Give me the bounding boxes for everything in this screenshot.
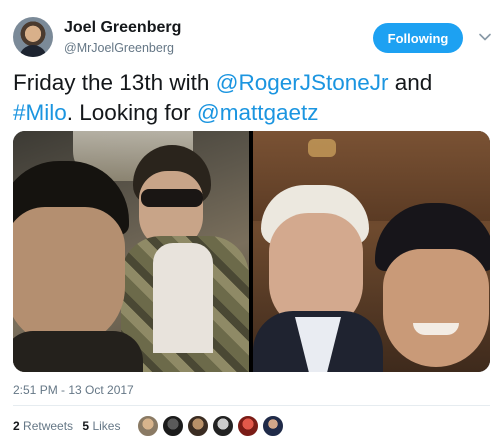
hashtag-link[interactable]: #Milo: [13, 100, 67, 125]
media-grid: [13, 131, 490, 372]
liker-avatar[interactable]: [237, 415, 259, 437]
avatar-suit: [19, 45, 47, 57]
author-handle[interactable]: @MrJoelGreenberg: [64, 41, 174, 55]
tweet-text: Friday the 13th with @RogerJStoneJr and …: [13, 68, 488, 128]
person-face: [13, 207, 125, 347]
person-face: [383, 249, 489, 367]
tweet-timestamp[interactable]: 2:51 PM - 13 Oct 2017: [13, 383, 134, 397]
author-display-name[interactable]: Joel Greenberg: [64, 19, 181, 37]
white-shirt: [153, 243, 213, 353]
likes-stat[interactable]: 5 Likes: [82, 419, 120, 433]
mention-link[interactable]: @mattgaetz: [197, 100, 319, 125]
chevron-down-icon[interactable]: [478, 30, 492, 44]
retweets-label: Retweets: [23, 419, 74, 433]
photo-right[interactable]: [253, 131, 490, 372]
tweet-stats: 2 Retweets 5 Likes: [13, 419, 126, 433]
likes-count: 5: [82, 419, 90, 433]
liker-avatar[interactable]: [212, 415, 234, 437]
following-button[interactable]: Following: [373, 23, 463, 53]
mention-link[interactable]: @RogerJStoneJr: [216, 70, 389, 95]
dark-shirt: [13, 331, 143, 372]
liker-avatar[interactable]: [162, 415, 184, 437]
avatar[interactable]: [13, 17, 53, 57]
tweet-text-part: Friday the 13th with: [13, 70, 216, 95]
tweet-text-part: . Looking for: [66, 100, 197, 125]
liker-avatar[interactable]: [262, 415, 284, 437]
tweet-text-part: and: [388, 70, 433, 95]
liker-avatar[interactable]: [187, 415, 209, 437]
likes-label: Likes: [92, 419, 121, 433]
tweet-card: Joel Greenberg @MrJoelGreenberg Followin…: [0, 0, 501, 445]
liker-avatar[interactable]: [137, 415, 159, 437]
smile: [413, 323, 459, 335]
wall-lamp: [308, 139, 336, 157]
photo-left[interactable]: [13, 131, 249, 372]
retweets-count: 2: [13, 419, 20, 433]
sunglasses: [141, 189, 203, 207]
retweets-stat[interactable]: 2 Retweets: [13, 419, 73, 433]
divider: [13, 405, 490, 406]
